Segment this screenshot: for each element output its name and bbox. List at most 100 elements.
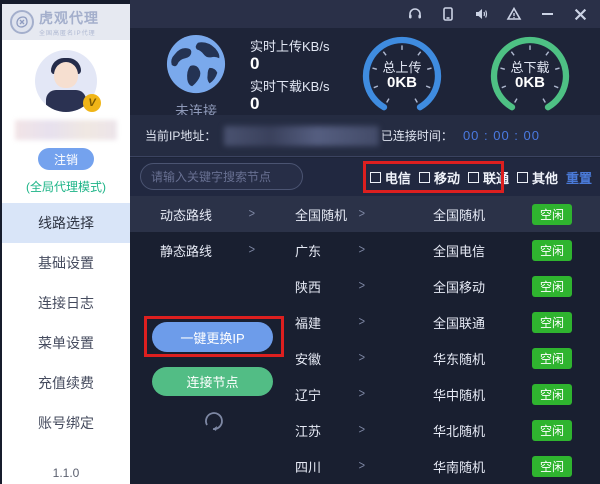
route-tab-static[interactable]: 静态路线 >: [130, 241, 275, 260]
node-cell[interactable]: 全国联通 空闲: [433, 311, 600, 333]
unicom-label: 联通: [482, 170, 509, 186]
sidebar-item-account-binding[interactable]: 账号绑定: [2, 403, 130, 443]
region-label: 陕西: [295, 279, 322, 295]
region-cell[interactable]: 全国随机 >: [275, 205, 433, 224]
total-download-value: 0KB: [514, 74, 545, 91]
checkbox-other[interactable]: 其他: [516, 168, 558, 187]
checkbox-unicom[interactable]: 联通: [467, 168, 509, 187]
region-cell[interactable]: 江苏 >: [275, 421, 433, 440]
status-badge: 空闲: [531, 455, 572, 477]
chevron-right-icon: >: [358, 278, 365, 294]
warning-icon[interactable]: [506, 6, 522, 22]
connect-node-button[interactable]: 连接节点: [152, 367, 273, 396]
chevron-right-icon: >: [358, 206, 365, 222]
app-window: 虎观代理 全国高匿名IP代理 V 注销 (全局代理模式) 线路选择 基础设置 连…: [0, 0, 600, 484]
region-cell[interactable]: 广东 >: [275, 241, 433, 260]
chevron-right-icon: >: [358, 314, 365, 330]
status-badge: 空闲: [531, 347, 572, 369]
vip-badge: V: [83, 94, 101, 112]
node-search[interactable]: [140, 163, 306, 190]
status-badge: 空闲: [531, 203, 572, 225]
other-label: 其他: [531, 170, 558, 186]
sidebar-item-recharge[interactable]: 充值续费: [2, 363, 130, 403]
checkbox-telecom[interactable]: 电信: [369, 168, 411, 187]
node-label: 全国随机: [433, 207, 486, 223]
chevron-right-icon: >: [358, 458, 365, 474]
telecom-label: 电信: [384, 170, 411, 186]
node-cell[interactable]: 华南随机 空闲: [433, 455, 600, 477]
chevron-right-icon: >: [248, 206, 255, 222]
status-badge: 空闲: [531, 275, 572, 297]
tiger-logo-icon: [10, 10, 34, 34]
close-button[interactable]: [572, 6, 588, 22]
table-row[interactable]: 静态路线 > 广东 > 全国电信 空闲: [130, 232, 600, 268]
logout-button[interactable]: 注销: [38, 148, 94, 170]
chevron-right-icon: >: [248, 242, 255, 258]
node-cell[interactable]: 全国随机 空闲: [433, 203, 600, 225]
unicom-checkbox-icon[interactable]: [467, 171, 479, 183]
region-label: 辽宁: [295, 387, 322, 403]
realtime-upload-value: 0: [250, 54, 260, 73]
connected-time-value: 00 : 00 : 00: [462, 128, 540, 143]
node-cell[interactable]: 全国移动 空闲: [433, 275, 600, 297]
globe-icon: [166, 34, 226, 94]
sidebar-item-connection-log[interactable]: 连接日志: [2, 283, 130, 323]
sound-icon[interactable]: [473, 6, 489, 22]
reset-link[interactable]: 重置: [566, 168, 592, 187]
region-cell[interactable]: 安徽 >: [275, 349, 433, 368]
minimize-button[interactable]: [539, 6, 555, 22]
route-tab-dynamic[interactable]: 动态路线 >: [130, 205, 275, 224]
node-label: 华中随机: [433, 387, 486, 403]
status-badge: 空闲: [531, 419, 572, 441]
node-label: 华北随机: [433, 423, 486, 439]
region-label: 全国随机: [295, 207, 348, 223]
total-upload-gauge: 总上传 0KB: [357, 31, 447, 121]
support-headset-icon[interactable]: [407, 6, 423, 22]
status-badge: 空闲: [531, 383, 572, 405]
region-label: 福建: [295, 315, 322, 331]
other-checkbox-icon[interactable]: [516, 171, 528, 183]
ip-status-bar: 当前IP地址： 已连接时间： 00 : 00 : 00: [130, 115, 600, 157]
change-ip-button[interactable]: 一键更换IP: [152, 322, 273, 352]
node-cell[interactable]: 全国电信 空闲: [433, 239, 600, 261]
sidebar-item-menu-settings[interactable]: 菜单设置: [2, 323, 130, 363]
version-label: 1.1.0: [52, 466, 80, 480]
region-cell[interactable]: 陕西 >: [275, 277, 433, 296]
region-cell[interactable]: 辽宁 >: [275, 385, 433, 404]
mobile-device-icon[interactable]: [440, 6, 456, 22]
connected-time-label: 已连接时间：: [380, 129, 453, 143]
table-row[interactable]: 四川 > 华南随机 空闲: [130, 448, 600, 484]
realtime-upload-label: 实时上传KB/s: [250, 39, 330, 54]
current-ip-blurred: [224, 125, 380, 146]
search-input[interactable]: [151, 169, 306, 184]
refresh-icon[interactable]: [200, 408, 226, 434]
sidebar-item-line-select[interactable]: 线路选择: [2, 203, 130, 243]
table-row[interactable]: 动态路线 > 全国随机 > 全国随机 空闲: [130, 196, 600, 232]
region-cell[interactable]: 福建 >: [275, 313, 433, 332]
proxy-mode-label: (全局代理模式): [26, 180, 106, 194]
node-cell[interactable]: 华北随机 空闲: [433, 419, 600, 441]
dashboard: 未连接 实时上传KB/s 0 实时下载KB/s 0 总上传 0KB 总下载 0K…: [130, 28, 600, 119]
route-tab-label: 动态路线: [160, 207, 213, 223]
region-label: 广东: [295, 243, 322, 259]
chevron-right-icon: >: [358, 242, 365, 258]
table-row[interactable]: 陕西 > 全国移动 空闲: [130, 268, 600, 304]
realtime-upload: 实时上传KB/s 0: [250, 36, 329, 73]
sidebar-item-basic-settings[interactable]: 基础设置: [2, 243, 130, 283]
checkbox-mobile[interactable]: 移动: [418, 168, 460, 187]
app-subtitle: 全国高匿名IP代理: [39, 30, 96, 37]
app-title: 虎观代理: [39, 9, 99, 26]
status-badge: 空闲: [531, 311, 572, 333]
username-blurred: [15, 120, 117, 140]
node-label: 全国电信: [433, 243, 486, 259]
telecom-checkbox-icon[interactable]: [369, 171, 381, 183]
avatar-shoulders: [46, 90, 86, 112]
node-label: 全国移动: [433, 279, 486, 295]
region-cell[interactable]: 四川 >: [275, 457, 433, 476]
node-cell[interactable]: 华东随机 空闲: [433, 347, 600, 369]
total-upload-value: 0KB: [386, 74, 417, 91]
mobile-checkbox-icon[interactable]: [418, 171, 430, 183]
node-cell[interactable]: 华中随机 空闲: [433, 383, 600, 405]
current-ip-label: 当前IP地址：: [145, 129, 217, 143]
node-label: 全国联通: [433, 315, 486, 331]
